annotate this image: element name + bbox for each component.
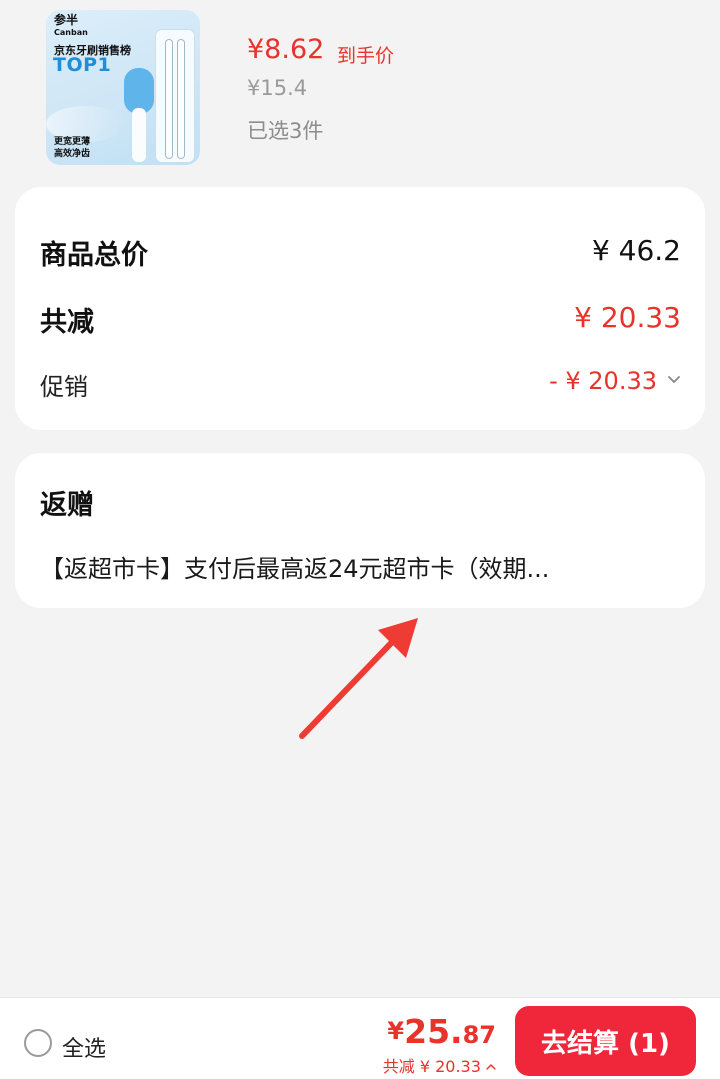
product-slogan-line: 更宽更薄 <box>54 137 91 147</box>
product-price-tag: 到手价 <box>337 45 395 67</box>
goods-total-label: 商品总价 <box>40 240 148 271</box>
gift-card[interactable]: 返赠 【返超市卡】支付后最高返24元超市卡（效期... <box>15 453 705 608</box>
total-price: ¥25.87 <box>387 1012 496 1051</box>
price-summary-card: 商品总价 ¥ 46.2 共减 ¥ 20.33 促销 - ¥ 20.33 <box>15 187 705 430</box>
product-brand: 参半 <box>54 13 79 27</box>
product-original-price: ¥15.4 <box>247 76 308 100</box>
product-selected-count: 已选3件 <box>247 119 324 143</box>
toothbrush-icon <box>178 40 184 158</box>
chevron-down-icon[interactable] <box>667 373 681 387</box>
bottom-bar: 全选 ¥25.87 共减 ¥ 20.33 去结算 (1) <box>0 997 720 1079</box>
goods-total-value: ¥ 46.2 <box>591 234 681 267</box>
gift-title: 返赠 <box>40 490 94 521</box>
product-slogan-line: 高效净齿 <box>54 149 91 159</box>
promo-value: - ¥ 20.33 <box>549 367 657 395</box>
discount-label: 共减 <box>40 307 94 338</box>
product-price: ¥8.62 <box>247 34 325 65</box>
product-row[interactable]: 参半 Canban 京东牙刷销售榜 TOP1 更宽更薄 高效净齿 ¥8.62 到… <box>0 0 720 180</box>
total-integer: 25. <box>404 1012 463 1051</box>
discount-value: ¥ 20.33 <box>574 301 681 334</box>
total-currency: ¥ <box>387 1017 405 1045</box>
toothbrush-handle-icon <box>132 108 146 162</box>
arrow-icon <box>299 618 418 739</box>
select-all-label[interactable]: 全选 <box>62 1031 106 1063</box>
radio-unchecked-icon[interactable] <box>24 1029 52 1057</box>
product-thumbnail[interactable]: 参半 Canban 京东牙刷销售榜 TOP1 更宽更薄 高效净齿 <box>46 10 200 165</box>
toothbrush-icon <box>166 40 172 158</box>
gift-description: 【返超市卡】支付后最高返24元超市卡（效期... <box>40 555 550 583</box>
chevron-up-icon <box>486 1064 496 1070</box>
product-brand-en: Canban <box>54 28 88 37</box>
saving-summary[interactable]: 共减 ¥ 20.33 <box>383 1053 496 1077</box>
checkout-button[interactable]: 去结算 (1) <box>515 1006 696 1076</box>
promo-label: 促销 <box>40 373 88 401</box>
toothbrush-pack-icon <box>156 30 194 162</box>
saving-text: 共减 ¥ 20.33 <box>382 1057 481 1076</box>
product-rank-badge: TOP1 <box>53 54 112 76</box>
total-decimal: 87 <box>462 1021 496 1049</box>
product-slogan: 更宽更薄 高效净齿 <box>54 136 90 160</box>
